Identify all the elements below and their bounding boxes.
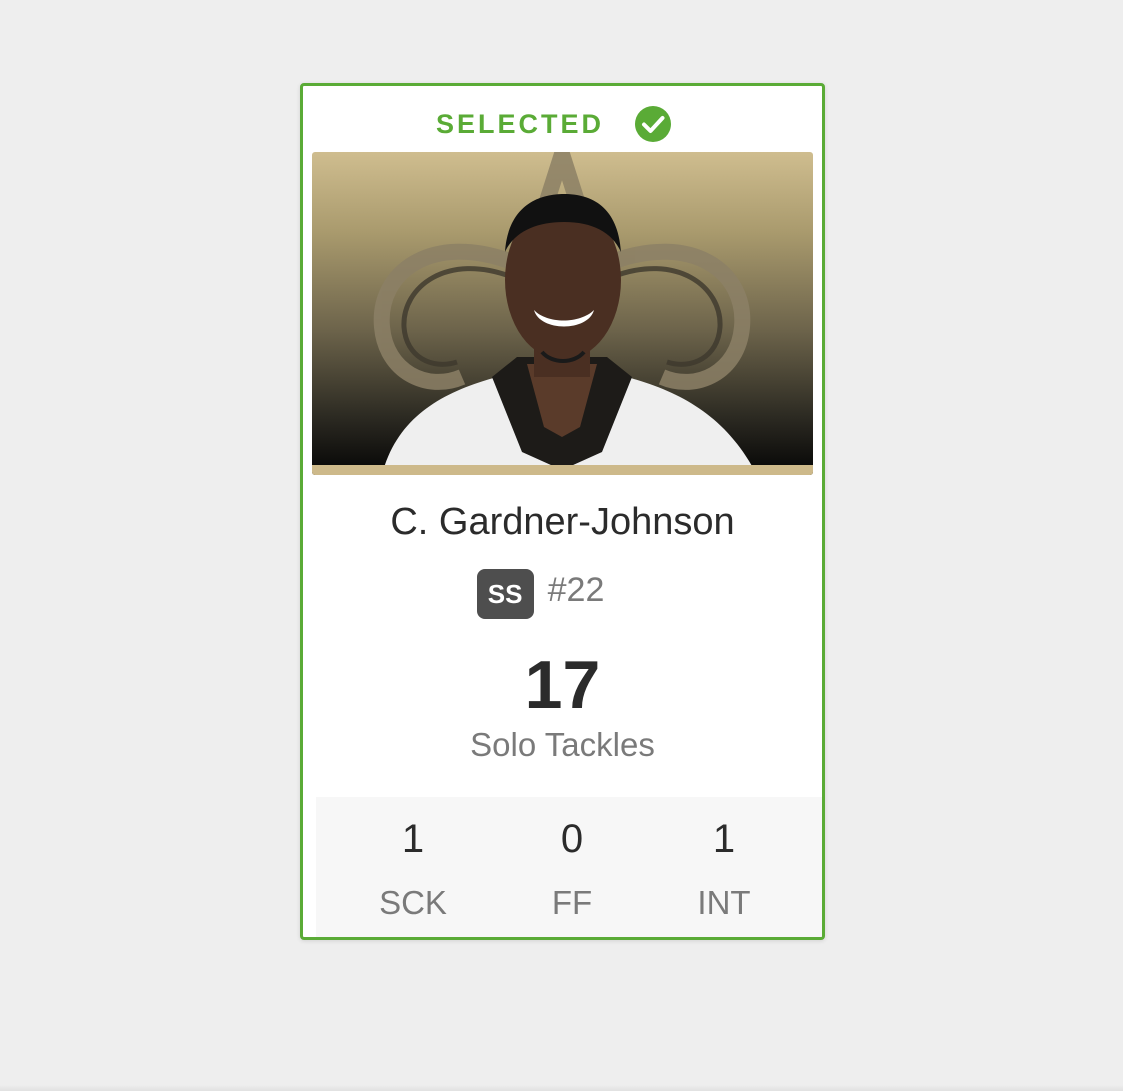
headline-stat-value: 17: [524, 647, 601, 723]
team-color-stripe: [312, 465, 813, 475]
stat-label: INT: [697, 884, 751, 921]
jersey-number: #22: [547, 570, 605, 609]
page-bottom-edge: [0, 1085, 1123, 1091]
selected-label: SELECTED: [435, 108, 605, 139]
stat-value: 1: [401, 817, 425, 861]
selected-indicator: SELECTED: [303, 104, 822, 144]
stat-label: SCK: [379, 884, 447, 921]
player-name: C. Gardner-Johnson: [390, 501, 735, 543]
stat-label: FF: [551, 884, 593, 921]
position-badge: SS: [476, 569, 534, 619]
position-row: SS #22: [303, 569, 822, 619]
stats-panel: 1 SCK 0 FF 1 INT: [316, 797, 822, 937]
stat-value: 0: [560, 817, 584, 861]
fleur-de-lis-icon: [373, 152, 757, 475]
player-photo: [312, 152, 813, 475]
player-card[interactable]: SELECTED C. Gardner-Johnson SS #22 17 So…: [300, 83, 825, 940]
headline-stat-label: Solo Tackles: [470, 726, 655, 763]
check-circle-icon: [635, 106, 672, 142]
player-silhouette: [382, 194, 757, 475]
stat-value: 1: [712, 817, 736, 861]
